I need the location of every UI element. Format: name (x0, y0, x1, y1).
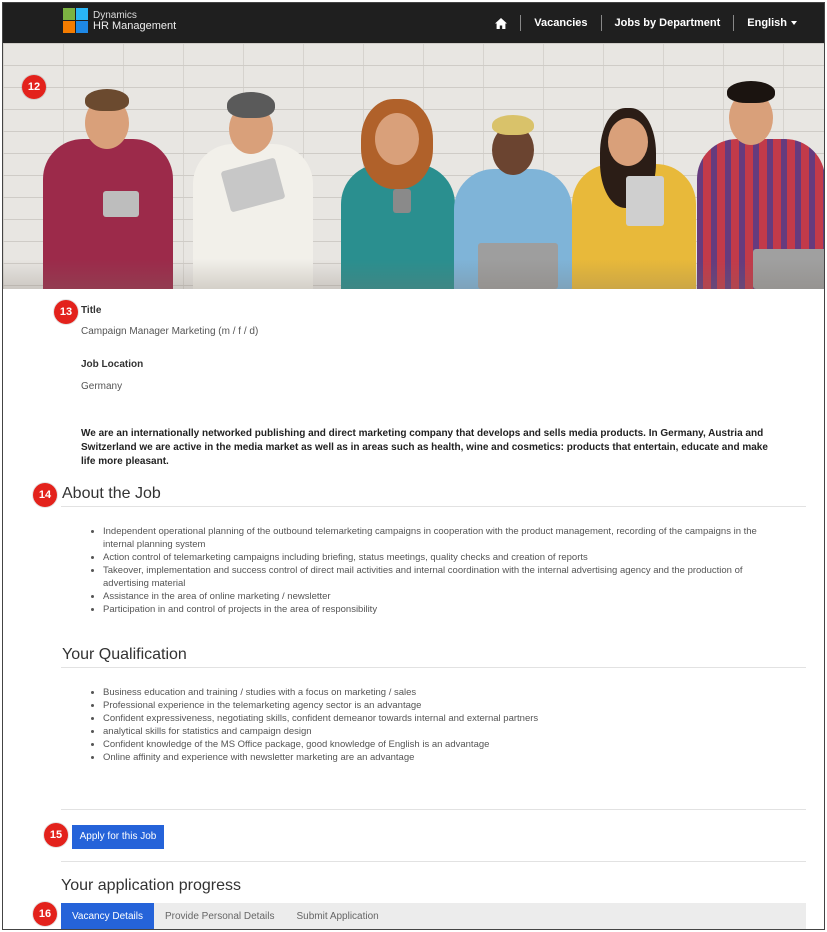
list-item: analytical skills for statistics and cam… (103, 725, 779, 738)
language-label: English (747, 17, 787, 29)
step-submit-application[interactable]: Submit Application (285, 903, 389, 929)
list-item: Professional experience in the telemarke… (103, 699, 779, 712)
brand-text: Dynamics HR Management (93, 10, 176, 32)
about-list: Independent operational planning of the … (99, 525, 779, 616)
language-dropdown[interactable]: English (733, 15, 810, 31)
application-progress-heading: Your application progress (61, 877, 241, 894)
list-item: Assistance in the area of online marketi… (103, 590, 779, 603)
hero-person-3 (333, 99, 463, 289)
step-vacancy-details[interactable]: Vacancy Details (61, 903, 154, 929)
apply-bottom-divider (61, 861, 806, 862)
hero-person-2 (183, 84, 323, 289)
nav-jobs-by-department[interactable]: Jobs by Department (600, 15, 734, 31)
home-icon (495, 17, 508, 29)
progress-steps: Vacancy Details Provide Personal Details… (61, 903, 806, 929)
list-item: Action control of telemarketing campaign… (103, 551, 779, 564)
list-item: Confident knowledge of the MS Office pac… (103, 738, 779, 751)
top-navbar: Dynamics HR Management Vacancies Jobs by… (3, 3, 824, 43)
page-frame: Dynamics HR Management Vacancies Jobs by… (2, 2, 825, 930)
brand[interactable]: Dynamics HR Management (63, 8, 176, 34)
title-value: Campaign Manager Marketing (m / f / d) (81, 326, 259, 337)
about-heading: About the Job (62, 485, 161, 502)
step-provide-personal-details[interactable]: Provide Personal Details (154, 903, 286, 929)
list-item: Online affinity and experience with news… (103, 751, 779, 764)
list-item: Participation in and control of projects… (103, 603, 779, 616)
nav-menu: Vacancies Jobs by Department English (482, 3, 810, 43)
hero-banner-image (3, 43, 824, 289)
qualification-divider (61, 667, 806, 668)
job-location-label: Job Location (81, 359, 144, 370)
list-item: Independent operational planning of the … (103, 525, 779, 551)
hero-person-6 (693, 79, 824, 289)
qualification-list: Business education and training / studie… (99, 686, 779, 764)
apply-for-job-button[interactable]: Apply for this Job (72, 825, 164, 849)
caret-down-icon (791, 21, 797, 25)
company-intro: We are an internationally networked publ… (81, 428, 768, 467)
marker-14: 14 (33, 483, 57, 507)
list-item: Business education and training / studie… (103, 686, 779, 699)
hero-person-4 (448, 109, 578, 289)
apply-top-divider (61, 809, 806, 810)
marker-15: 15 (44, 823, 68, 847)
marker-12: 12 (22, 75, 46, 99)
list-item: Takeover, implementation and success con… (103, 564, 779, 590)
list-item: Confident expressiveness, negotiating sk… (103, 712, 779, 725)
title-label: Title (81, 305, 102, 316)
nav-home[interactable] (482, 15, 520, 31)
hero-person-1 (33, 79, 183, 289)
about-divider (61, 506, 806, 507)
nav-vacancies[interactable]: Vacancies (520, 15, 600, 31)
dynamics-logo-icon (63, 8, 89, 34)
hero-person-5 (568, 104, 698, 289)
brand-line2: HR Management (93, 20, 177, 32)
job-location-value: Germany (81, 381, 123, 392)
marker-16: 16 (33, 902, 57, 926)
marker-13: 13 (54, 300, 78, 324)
qualification-heading: Your Qualification (62, 646, 187, 663)
